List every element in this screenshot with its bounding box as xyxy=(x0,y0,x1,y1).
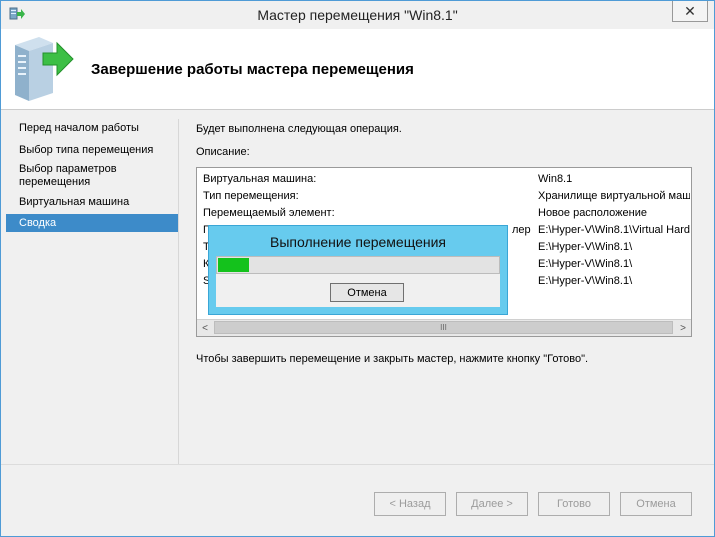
window-title: Мастер перемещения "Win8.1" xyxy=(257,7,458,23)
progress-dialog-body: Отмена xyxy=(216,256,500,307)
sidebar-item-summary[interactable]: Сводка xyxy=(6,214,178,232)
description-label: Описание: xyxy=(196,146,250,158)
back-button[interactable]: < Назад xyxy=(374,492,446,516)
cancel-button[interactable]: Отмена xyxy=(620,492,692,516)
sidebar-item-move-options[interactable]: Выбор параметров перемещения xyxy=(6,163,146,189)
progress-dialog-title: Выполнение перемещения xyxy=(269,234,446,250)
close-button[interactable]: ✕ xyxy=(672,1,708,22)
summary-row: Перемещаемый элемент: Новое расположение xyxy=(203,207,647,219)
summary-row: Тип перемещения: Хранилище виртуальной м… xyxy=(203,190,690,202)
wizard-window: Мастер перемещения "Win8.1" ✕ Завершение… xyxy=(0,0,715,537)
scroll-right-icon[interactable]: > xyxy=(675,320,691,336)
scroll-left-icon[interactable]: < xyxy=(197,320,213,336)
next-button[interactable]: Далее > xyxy=(456,492,528,516)
progress-bar xyxy=(216,256,500,274)
page-title: Завершение работы мастера перемещения xyxy=(91,61,414,78)
sidebar-divider xyxy=(178,119,179,464)
wizard-header: Завершение работы мастера перемещения xyxy=(1,29,714,110)
finish-instruction-text: Чтобы завершить перемещение и закрыть ма… xyxy=(196,353,589,365)
finish-button[interactable]: Готово xyxy=(538,492,610,516)
scrollbar-thumb[interactable]: III xyxy=(214,321,673,334)
summary-row: Виртуальная машина: Win8.1 xyxy=(203,173,573,185)
progress-dialog: Выполнение перемещения Отмена xyxy=(208,225,508,315)
title-bar[interactable]: Мастер перемещения "Win8.1" ✕ xyxy=(1,1,714,29)
close-icon: ✕ xyxy=(684,2,696,19)
intro-text: Будет выполнена следующая операция. xyxy=(196,123,402,135)
sidebar-item-before-you-begin[interactable]: Перед началом работы xyxy=(6,122,178,135)
server-move-icon xyxy=(15,37,74,101)
progress-bar-fill xyxy=(218,258,249,272)
wizard-steps-nav: Перед началом работы Выбор типа перемеще… xyxy=(1,110,178,464)
horizontal-scrollbar[interactable]: < III > xyxy=(197,319,691,336)
sidebar-item-virtual-machine[interactable]: Виртуальная машина xyxy=(6,196,178,209)
footer-divider xyxy=(1,464,714,465)
sidebar-item-move-type[interactable]: Выбор типа перемещения xyxy=(6,144,178,157)
progress-cancel-button[interactable]: Отмена xyxy=(330,283,404,302)
